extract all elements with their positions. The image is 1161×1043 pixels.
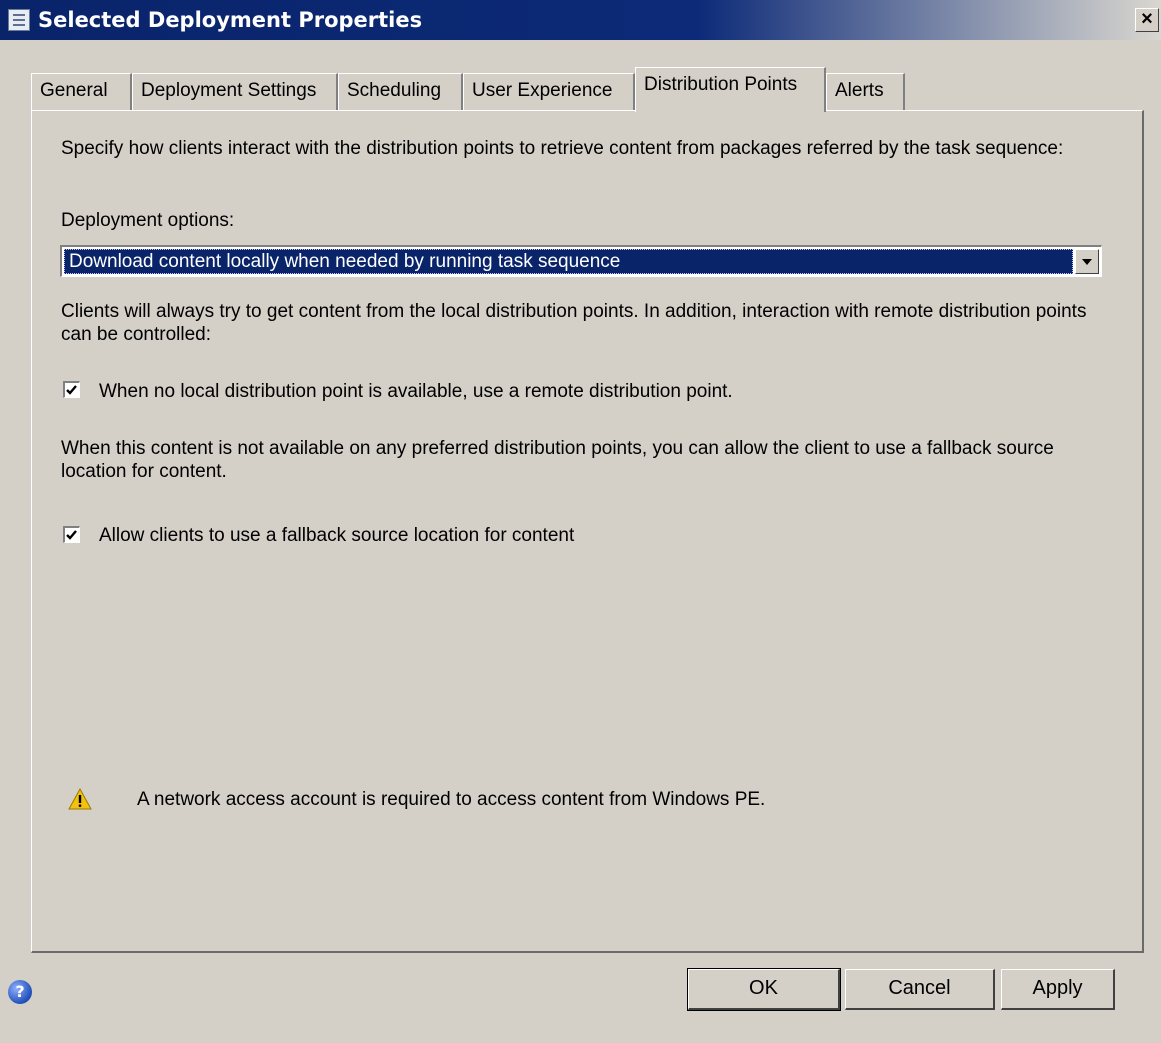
tab-general[interactable]: General [31,73,132,110]
fallback-info-text: When this content is not available on an… [61,438,1054,482]
deployment-options-label: Deployment options: [61,210,235,231]
remote-dp-label: When no local distribution point is avai… [99,381,733,402]
warning-text: A network access account is required to … [137,789,766,810]
tab-distribution-points[interactable]: Distribution Points [635,67,826,112]
ok-button[interactable]: OK [687,968,841,1011]
deployment-options-dropdown[interactable]: Download content locally when needed by … [60,245,1102,277]
tab-user-experience[interactable]: User Experience [463,73,635,110]
fallback-checkbox[interactable] [63,526,80,543]
help-icon[interactable]: ? [8,980,32,1004]
dropdown-arrow-icon[interactable] [1075,249,1099,274]
apply-button[interactable]: Apply [1001,969,1115,1010]
title-bar[interactable]: Selected Deployment Properties × [0,0,1161,40]
remote-dp-checkbox[interactable] [63,381,80,398]
tab-scheduling[interactable]: Scheduling [338,73,463,110]
warning-icon [68,788,92,810]
intro-text: Specify how clients interact with the di… [61,138,1064,159]
deployment-option-value: Download content locally when needed by … [64,249,1073,274]
cancel-button[interactable]: Cancel [845,969,995,1010]
clients-info-text: Clients will always try to get content f… [61,301,1087,345]
tab-alerts[interactable]: Alerts [826,73,905,110]
tab-deployment-settings[interactable]: Deployment Settings [132,73,338,110]
fallback-label: Allow clients to use a fallback source l… [99,525,575,546]
properties-icon [8,9,30,31]
properties-dialog: Selected Deployment Properties × General… [0,0,1161,1043]
close-button[interactable]: × [1135,8,1159,32]
window-title: Selected Deployment Properties [38,8,423,32]
